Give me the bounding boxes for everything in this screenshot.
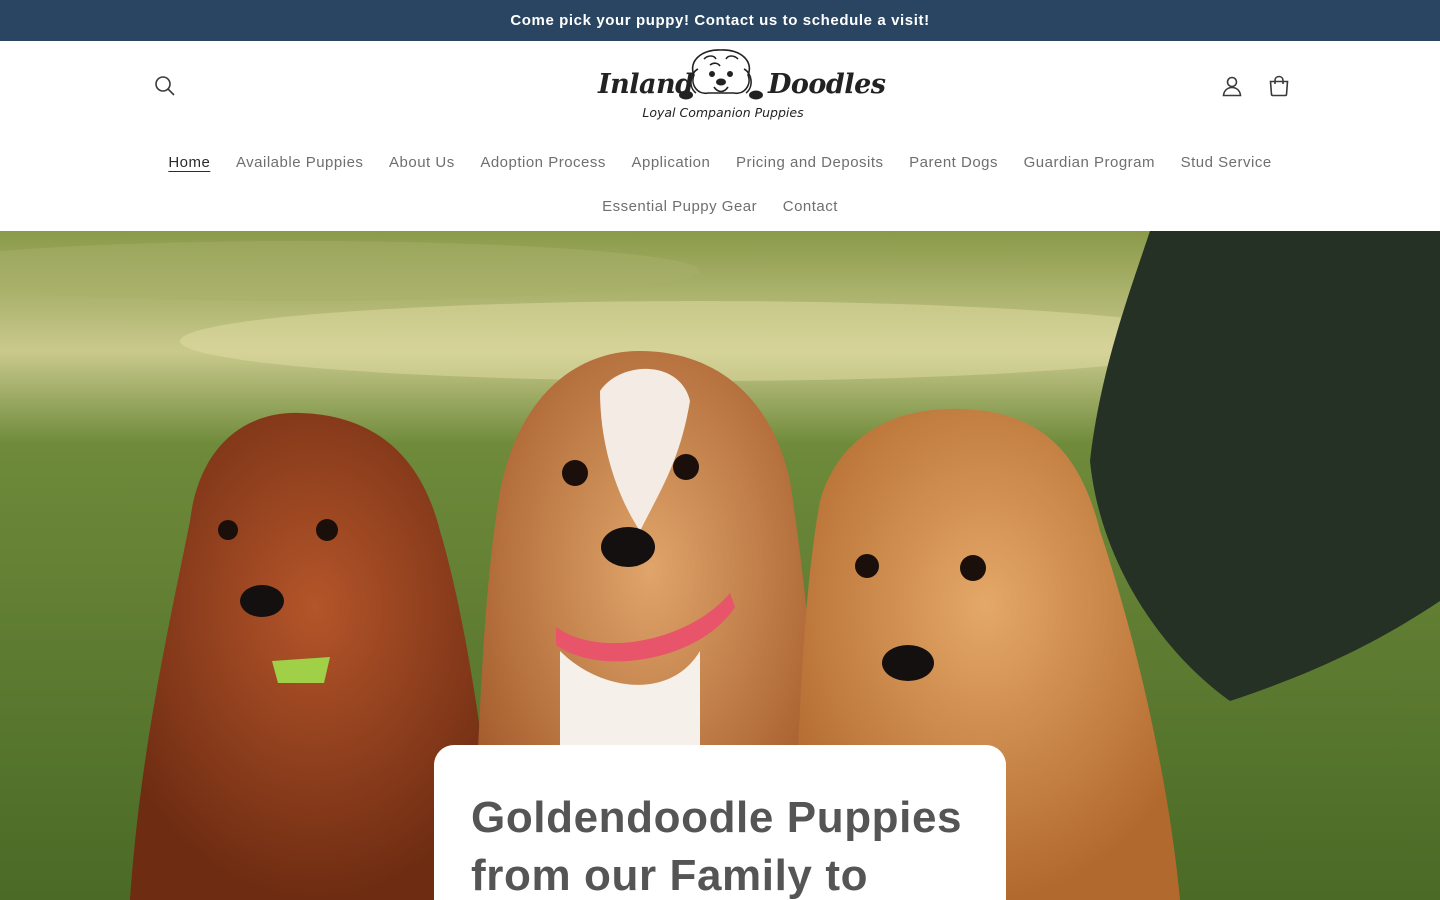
cart-button[interactable] bbox=[1257, 64, 1301, 108]
announcement-bar: Come pick your puppy! Contact us to sche… bbox=[0, 0, 1440, 41]
hero-title: Goldendoodle Puppies from our Family to bbox=[471, 789, 969, 900]
nav-item-essential-puppy-gear[interactable]: Essential Puppy Gear bbox=[589, 197, 770, 217]
nav-item-application[interactable]: Application bbox=[619, 153, 723, 173]
site-logo[interactable]: Inland Doodles Loyal Companion Puppies bbox=[592, 47, 886, 127]
nav-item-contact[interactable]: Contact bbox=[770, 197, 851, 217]
nav-item-parent-dogs[interactable]: Parent Dogs bbox=[896, 153, 1010, 173]
hero-banner: Goldendoodle Puppies from our Family to bbox=[0, 231, 1440, 900]
cart-icon bbox=[1269, 75, 1289, 97]
account-button[interactable] bbox=[1210, 64, 1254, 108]
main-nav: Home Available Puppies About Us Adoption… bbox=[0, 153, 1440, 173]
main-nav-second-row: Essential Puppy Gear Contact bbox=[0, 197, 1440, 217]
nav-item-pricing-and-deposits[interactable]: Pricing and Deposits bbox=[723, 153, 896, 173]
search-button[interactable] bbox=[143, 64, 187, 108]
hero-title-line-1: Goldendoodle Puppies bbox=[471, 793, 963, 842]
account-icon bbox=[1222, 76, 1242, 97]
dog-logo-icon bbox=[679, 49, 763, 100]
logo-tagline: Loyal Companion Puppies bbox=[642, 105, 804, 120]
nav-item-adoption-process[interactable]: Adoption Process bbox=[468, 153, 619, 173]
nav-item-available-puppies[interactable]: Available Puppies bbox=[223, 153, 376, 173]
announcement-text: Come pick your puppy! Contact us to sche… bbox=[510, 12, 930, 29]
nav-item-guardian-program[interactable]: Guardian Program bbox=[1011, 153, 1168, 173]
hero-title-line-2: from our Family to bbox=[471, 851, 869, 900]
logo-word-right: Doodles bbox=[768, 69, 886, 100]
nav-item-about-us[interactable]: About Us bbox=[376, 153, 467, 173]
search-icon bbox=[155, 76, 175, 96]
nav-item-home[interactable]: Home bbox=[156, 153, 224, 173]
site-header: Inland Doodles Loyal Companion Puppies H… bbox=[0, 41, 1440, 231]
nav-item-stud-service[interactable]: Stud Service bbox=[1168, 153, 1285, 173]
hero-content-card: Goldendoodle Puppies from our Family to bbox=[434, 745, 1006, 900]
